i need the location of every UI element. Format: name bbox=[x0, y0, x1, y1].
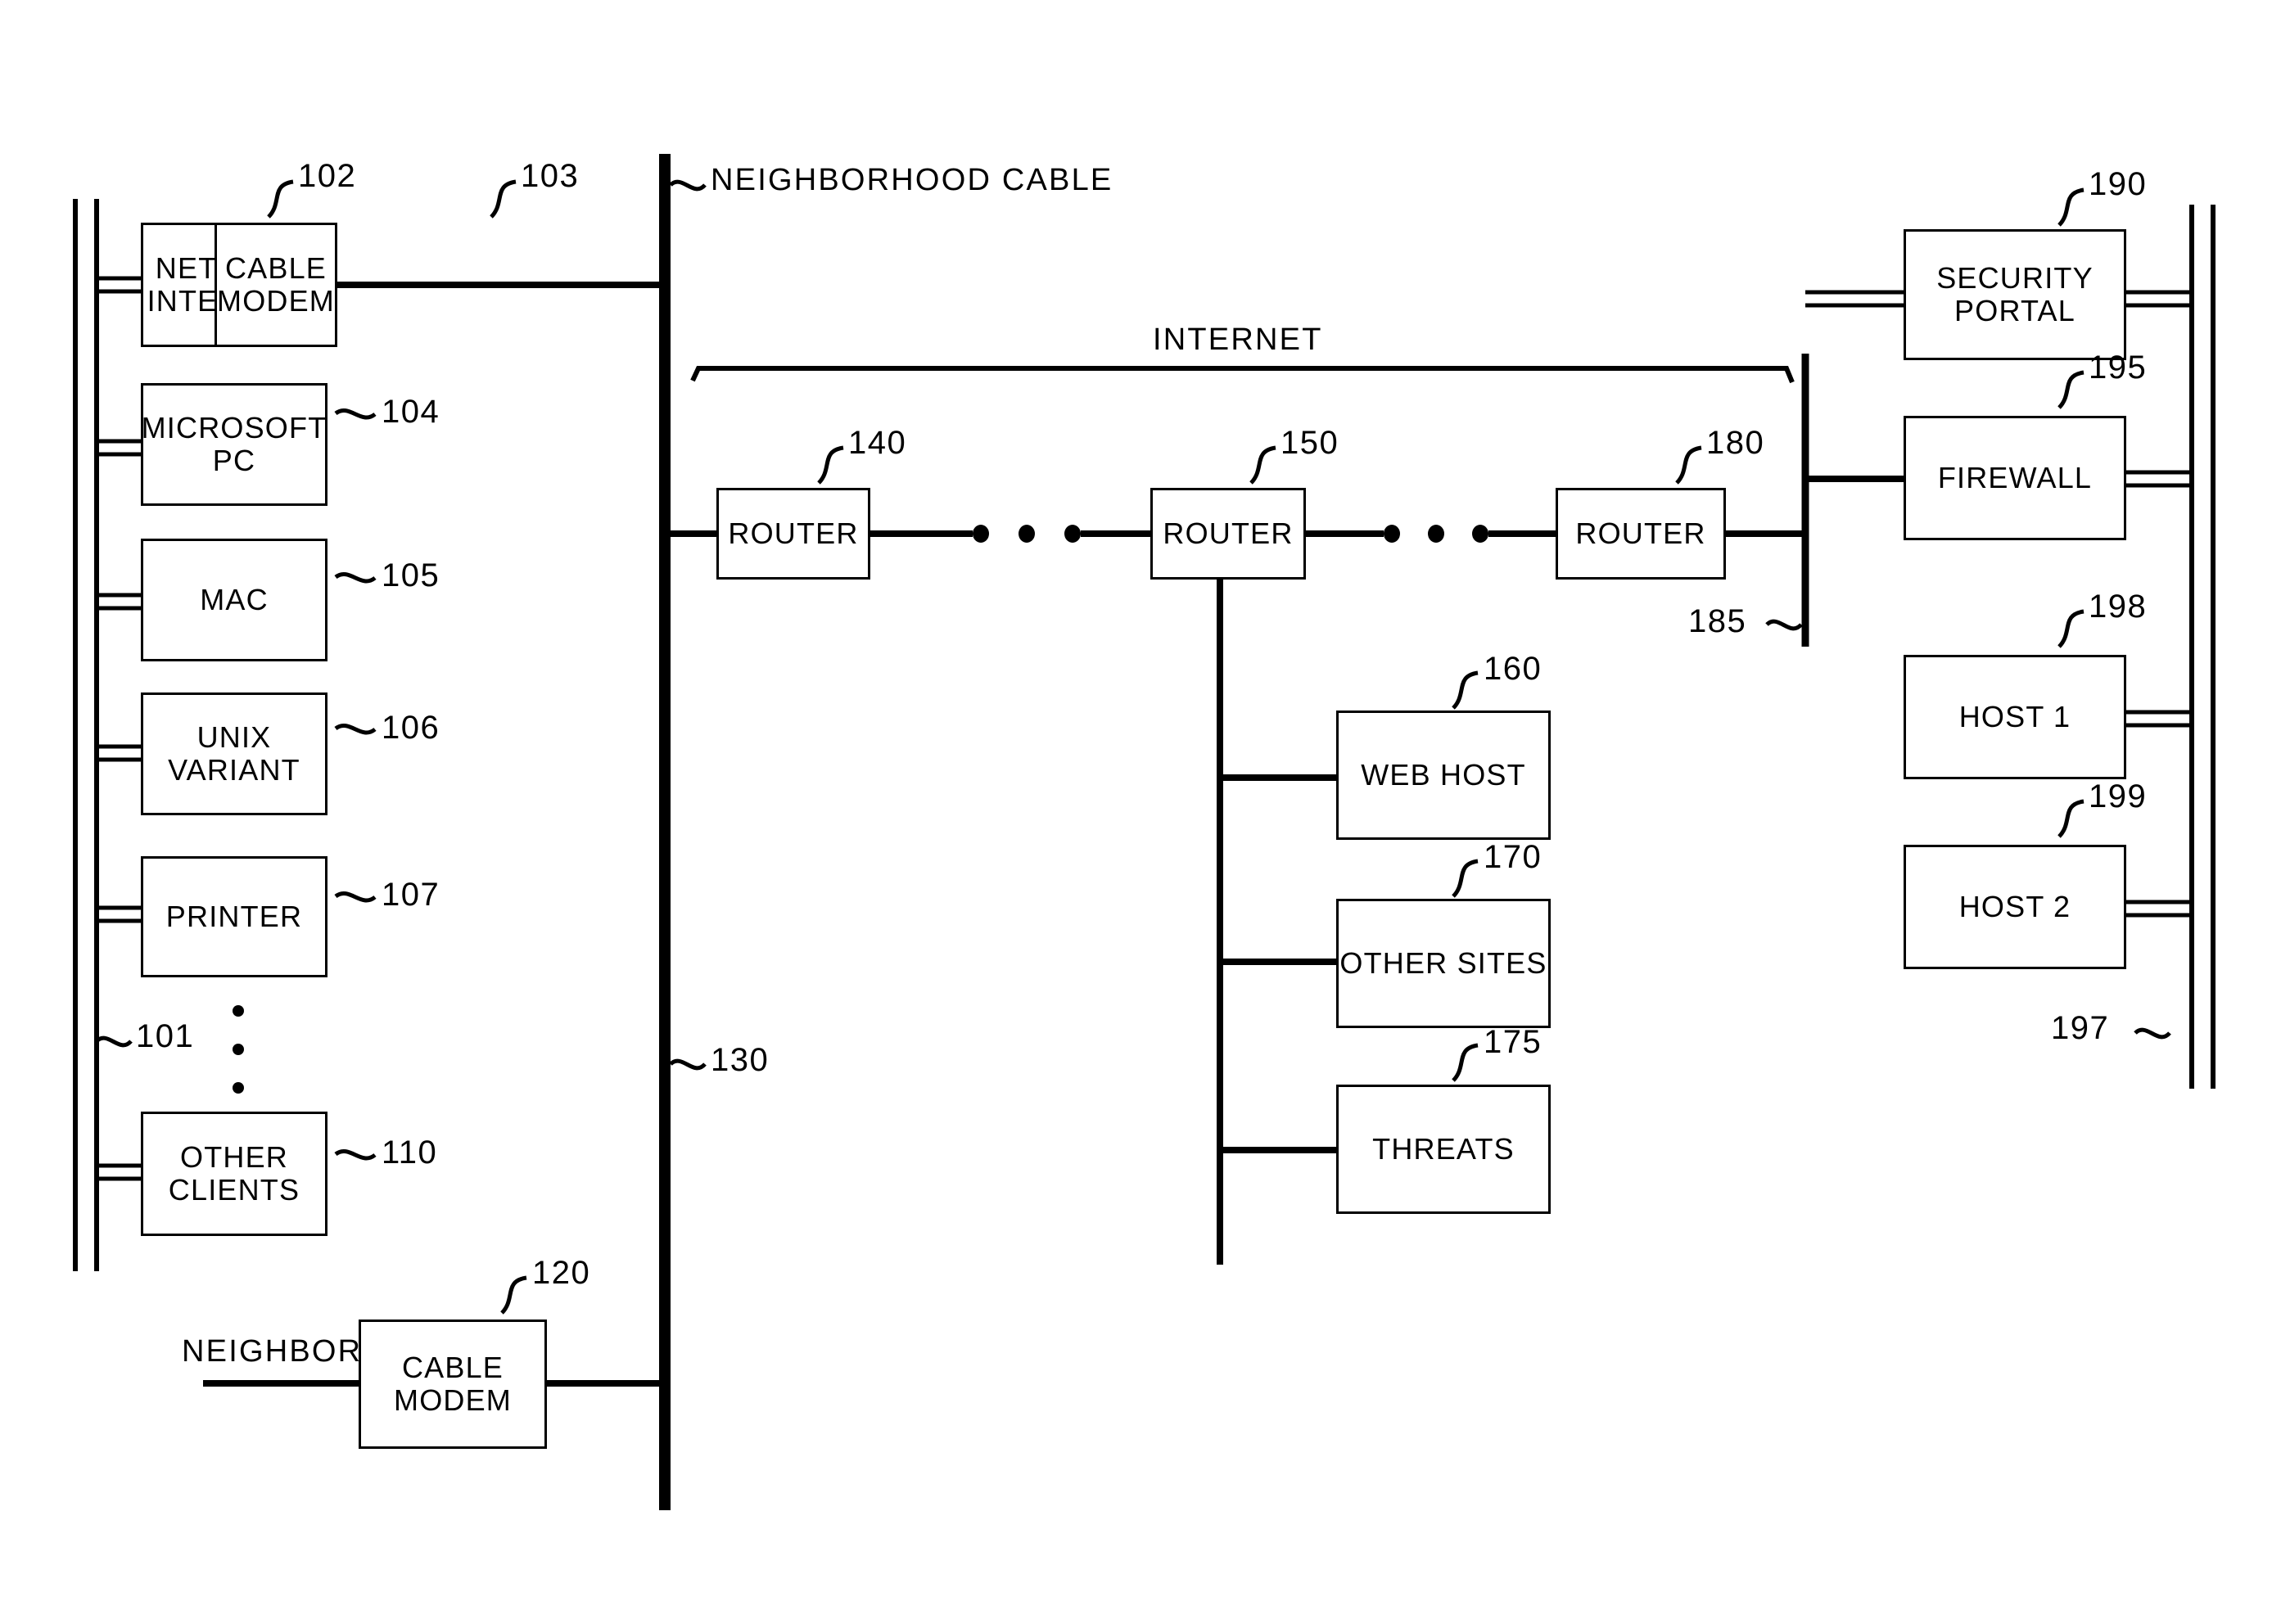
box-threats[interactable]: THREATS bbox=[1336, 1085, 1551, 1214]
box-label: MICROSOFT PC bbox=[141, 410, 327, 477]
ref-106: 106 bbox=[382, 710, 440, 746]
ref-104: 104 bbox=[382, 394, 440, 430]
dot bbox=[233, 1044, 244, 1055]
vertical-ellipsis bbox=[233, 1005, 244, 1094]
leader-110 bbox=[334, 1149, 377, 1161]
box-router-140[interactable]: ROUTER bbox=[716, 488, 870, 580]
dot bbox=[233, 1005, 244, 1017]
leader-104 bbox=[334, 408, 377, 420]
caption-internet: INTERNET bbox=[1153, 323, 1323, 357]
leader-195 bbox=[2057, 370, 2085, 409]
leader-160 bbox=[1452, 670, 1479, 710]
ref-103: 103 bbox=[521, 158, 580, 194]
box-label: CABLE MODEM bbox=[217, 250, 335, 318]
box-cable-modem-neighbor[interactable]: CABLE MODEM bbox=[359, 1320, 547, 1449]
leader-101 bbox=[95, 1035, 133, 1048]
leader-197 bbox=[2134, 1027, 2171, 1040]
leader-103 bbox=[490, 179, 517, 219]
dot bbox=[1064, 525, 1081, 543]
box-security-portal[interactable]: SECURITY PORTAL bbox=[1904, 229, 2126, 360]
leader-199 bbox=[2057, 799, 2085, 838]
dot bbox=[1472, 525, 1488, 543]
box-label: ROUTER bbox=[1575, 517, 1706, 550]
box-label: MAC bbox=[200, 583, 269, 616]
box-label: OTHER SITES bbox=[1339, 946, 1547, 980]
ref-107: 107 bbox=[382, 877, 440, 913]
leader-180 bbox=[1675, 445, 1702, 485]
leader-102 bbox=[267, 179, 294, 219]
box-label: ROUTER bbox=[1163, 517, 1294, 550]
ref-190: 190 bbox=[2089, 166, 2148, 202]
box-label: HOST 1 bbox=[1958, 700, 2071, 733]
ref-101: 101 bbox=[136, 1018, 195, 1054]
backbone-ellipsis-1 bbox=[973, 525, 1081, 543]
box-mac[interactable]: MAC bbox=[141, 539, 327, 661]
ref-150: 150 bbox=[1281, 425, 1339, 461]
box-host-1[interactable]: HOST 1 bbox=[1904, 655, 2126, 779]
backbone-ellipsis-2 bbox=[1384, 525, 1488, 543]
ref-105: 105 bbox=[382, 557, 440, 593]
ref-130: 130 bbox=[711, 1042, 770, 1078]
ref-110: 110 bbox=[382, 1135, 438, 1171]
caption-neighbor: NEIGHBOR bbox=[182, 1334, 363, 1369]
box-printer[interactable]: PRINTER bbox=[141, 856, 327, 977]
leader-neighborhood-cable bbox=[669, 179, 707, 192]
ref-175: 175 bbox=[1484, 1024, 1542, 1060]
ref-120: 120 bbox=[532, 1255, 591, 1291]
leader-198 bbox=[2057, 609, 2085, 648]
patent-figure: NETWORKINTERFACE MICROSOFTPC MAC UNIXVAR… bbox=[0, 0, 2281, 1624]
leader-120 bbox=[500, 1275, 527, 1315]
box-web-host[interactable]: WEB HOST bbox=[1336, 710, 1551, 840]
ref-180: 180 bbox=[1706, 425, 1765, 461]
box-other-sites[interactable]: OTHER SITES bbox=[1336, 899, 1551, 1028]
box-label: ROUTER bbox=[728, 517, 859, 550]
ref-102: 102 bbox=[298, 158, 357, 194]
dot bbox=[233, 1082, 244, 1094]
ref-199: 199 bbox=[2089, 778, 2148, 814]
box-label: SECURITY PORTAL bbox=[1936, 260, 2094, 327]
box-label: UNIX VARIANT bbox=[168, 720, 300, 787]
dot bbox=[1384, 525, 1400, 543]
internet-bracket bbox=[690, 366, 1795, 384]
box-label: THREATS bbox=[1372, 1132, 1515, 1166]
ref-185: 185 bbox=[1688, 603, 1747, 639]
leader-107 bbox=[334, 891, 377, 903]
box-cable-modem-home[interactable]: CABLE MODEM bbox=[215, 223, 337, 347]
box-label: CABLE MODEM bbox=[394, 1350, 512, 1417]
box-label: WEB HOST bbox=[1361, 758, 1526, 792]
caption-neighborhood-cable: NEIGHBORHOOD CABLE bbox=[711, 163, 1113, 197]
leader-170 bbox=[1452, 859, 1479, 898]
box-other-clients[interactable]: OTHER CLIENTS bbox=[141, 1112, 327, 1236]
box-label: OTHER CLIENTS bbox=[168, 1139, 300, 1207]
dot bbox=[973, 525, 989, 543]
ref-140: 140 bbox=[848, 425, 907, 461]
ref-170: 170 bbox=[1484, 839, 1542, 875]
leader-185 bbox=[1765, 619, 1803, 631]
box-host-2[interactable]: HOST 2 bbox=[1904, 845, 2126, 969]
leader-105 bbox=[334, 572, 377, 584]
leader-190 bbox=[2057, 187, 2085, 227]
box-router-150[interactable]: ROUTER bbox=[1150, 488, 1306, 580]
leader-130 bbox=[669, 1058, 707, 1071]
box-label: PRINTER bbox=[165, 900, 303, 933]
leader-140 bbox=[817, 445, 844, 485]
box-unix-variant[interactable]: UNIX VARIANT bbox=[141, 692, 327, 815]
box-label: FIREWALL bbox=[1937, 461, 2093, 494]
box-microsoft-pc[interactable]: MICROSOFT PC bbox=[141, 383, 327, 506]
ref-160: 160 bbox=[1484, 651, 1542, 687]
leader-175 bbox=[1452, 1043, 1479, 1082]
ref-195: 195 bbox=[2089, 350, 2148, 386]
box-firewall[interactable]: FIREWALL bbox=[1904, 416, 2126, 540]
ref-198: 198 bbox=[2089, 589, 2148, 625]
ref-197: 197 bbox=[2051, 1010, 2110, 1046]
box-router-180[interactable]: ROUTER bbox=[1556, 488, 1726, 580]
box-label: HOST 2 bbox=[1958, 890, 2071, 923]
leader-150 bbox=[1249, 445, 1276, 485]
dot bbox=[1428, 525, 1444, 543]
dot bbox=[1019, 525, 1035, 543]
leader-106 bbox=[334, 724, 377, 735]
